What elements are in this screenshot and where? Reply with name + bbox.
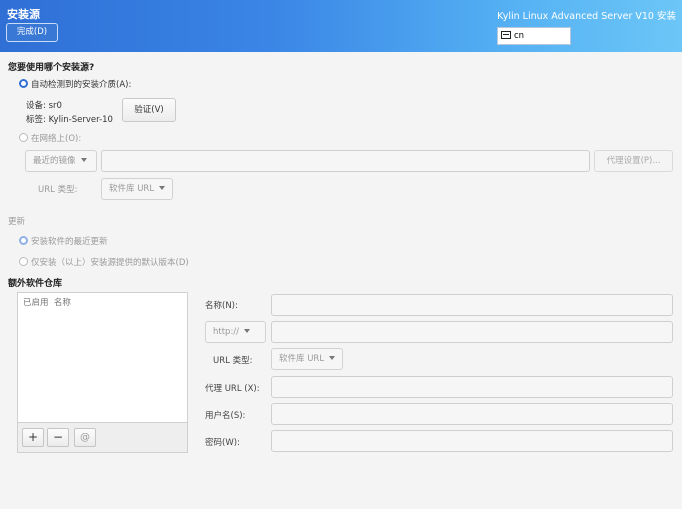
radio-selected-icon bbox=[19, 236, 28, 245]
radio-selected-icon bbox=[19, 79, 28, 88]
url-type-value: 软件库 URL bbox=[109, 184, 155, 194]
device-value: sr0 bbox=[48, 101, 62, 111]
network-url-input[interactable] bbox=[101, 150, 590, 172]
tag-value: Kylin-Server-10 bbox=[48, 115, 113, 125]
url-type-label: URL 类型: bbox=[38, 185, 78, 195]
keyboard-layout-label: cn bbox=[514, 31, 525, 41]
add-repo-button[interactable]: + bbox=[22, 428, 44, 447]
auto-detect-radio[interactable]: 自动检测到的安装介质(A): bbox=[19, 78, 131, 90]
protocol-combo[interactable]: http:// bbox=[205, 321, 266, 343]
tag-row: 标签: Kylin-Server-10 bbox=[26, 113, 113, 125]
remove-repo-button[interactable]: − bbox=[47, 428, 69, 447]
keyboard-icon bbox=[501, 31, 511, 39]
chevron-down-icon bbox=[80, 158, 87, 162]
radio-unselected-icon bbox=[19, 133, 28, 142]
protocol-value: http:// bbox=[213, 327, 240, 337]
base-only-radio[interactable]: 仅安装（以上）安装源提供的默认版本(D) bbox=[19, 256, 189, 268]
username-label: 用户名(S): bbox=[205, 411, 246, 421]
chevron-down-icon bbox=[159, 186, 166, 190]
base-only-label: 仅安装（以上）安装源提供的默认版本(D) bbox=[31, 258, 189, 268]
reset-repo-button[interactable]: @ bbox=[74, 428, 96, 447]
extra-repos-title: 额外软件仓库 bbox=[8, 279, 63, 289]
repo-url-input[interactable] bbox=[271, 321, 673, 343]
source-question: 您要使用哪个安装源? bbox=[8, 63, 95, 73]
password-input[interactable] bbox=[271, 430, 673, 452]
product-title: Kylin Linux Advanced Server V10 安装 bbox=[497, 11, 676, 22]
repo-url-type-value: 软件库 URL bbox=[279, 354, 325, 364]
col-name[interactable]: 名称 bbox=[54, 298, 71, 308]
url-type-combo[interactable]: 软件库 URL bbox=[101, 178, 173, 200]
username-input[interactable] bbox=[271, 403, 673, 425]
device-row: 设备: sr0 bbox=[26, 99, 62, 111]
auto-detect-label: 自动检测到的安装介质(A): bbox=[31, 80, 132, 90]
device-label: 设备: bbox=[26, 101, 46, 111]
repo-name-input[interactable] bbox=[271, 294, 673, 316]
mirror-combo[interactable]: 最近的镜像 bbox=[25, 150, 97, 172]
proxy-url-input[interactable] bbox=[271, 376, 673, 398]
header-bar: 安装源 完成(D) Kylin Linux Advanced Server V1… bbox=[0, 0, 682, 52]
chevron-down-icon bbox=[244, 329, 251, 333]
proxy-url-label: 代理 URL (X): bbox=[205, 384, 260, 394]
page-title: 安装源 bbox=[7, 8, 40, 21]
radio-unselected-icon bbox=[19, 257, 28, 266]
updates-title: 更新 bbox=[8, 217, 26, 227]
install-updates-radio[interactable]: 安装软件的最近更新 bbox=[19, 235, 108, 247]
mirror-combo-value: 最近的镜像 bbox=[33, 156, 76, 166]
reset-icon: @ bbox=[80, 432, 90, 443]
tag-label: 标签: bbox=[26, 115, 46, 125]
chevron-down-icon bbox=[329, 356, 336, 360]
repo-name-label: 名称(N): bbox=[205, 301, 238, 311]
done-button[interactable]: 完成(D) bbox=[6, 23, 58, 42]
minus-icon: − bbox=[52, 430, 64, 444]
network-label: 在网络上(O): bbox=[31, 134, 82, 144]
repo-url-type-combo[interactable]: 软件库 URL bbox=[271, 348, 343, 370]
password-label: 密码(W): bbox=[205, 438, 240, 448]
repo-url-type-label: URL 类型: bbox=[213, 356, 253, 366]
keyboard-layout-indicator[interactable]: cn bbox=[497, 27, 571, 45]
repo-list-toolbar: + − @ bbox=[18, 422, 187, 452]
repo-list-header: 已启用 名称 bbox=[23, 296, 71, 308]
plus-icon: + bbox=[27, 430, 39, 444]
repo-list[interactable]: 已启用 名称 + − @ bbox=[17, 292, 188, 453]
install-updates-label: 安装软件的最近更新 bbox=[31, 237, 108, 247]
col-enabled[interactable]: 已启用 bbox=[23, 298, 49, 308]
proxy-settings-button[interactable]: 代理设置(P)... bbox=[594, 150, 673, 172]
network-radio[interactable]: 在网络上(O): bbox=[19, 132, 81, 144]
verify-button[interactable]: 验证(V) bbox=[122, 98, 176, 122]
